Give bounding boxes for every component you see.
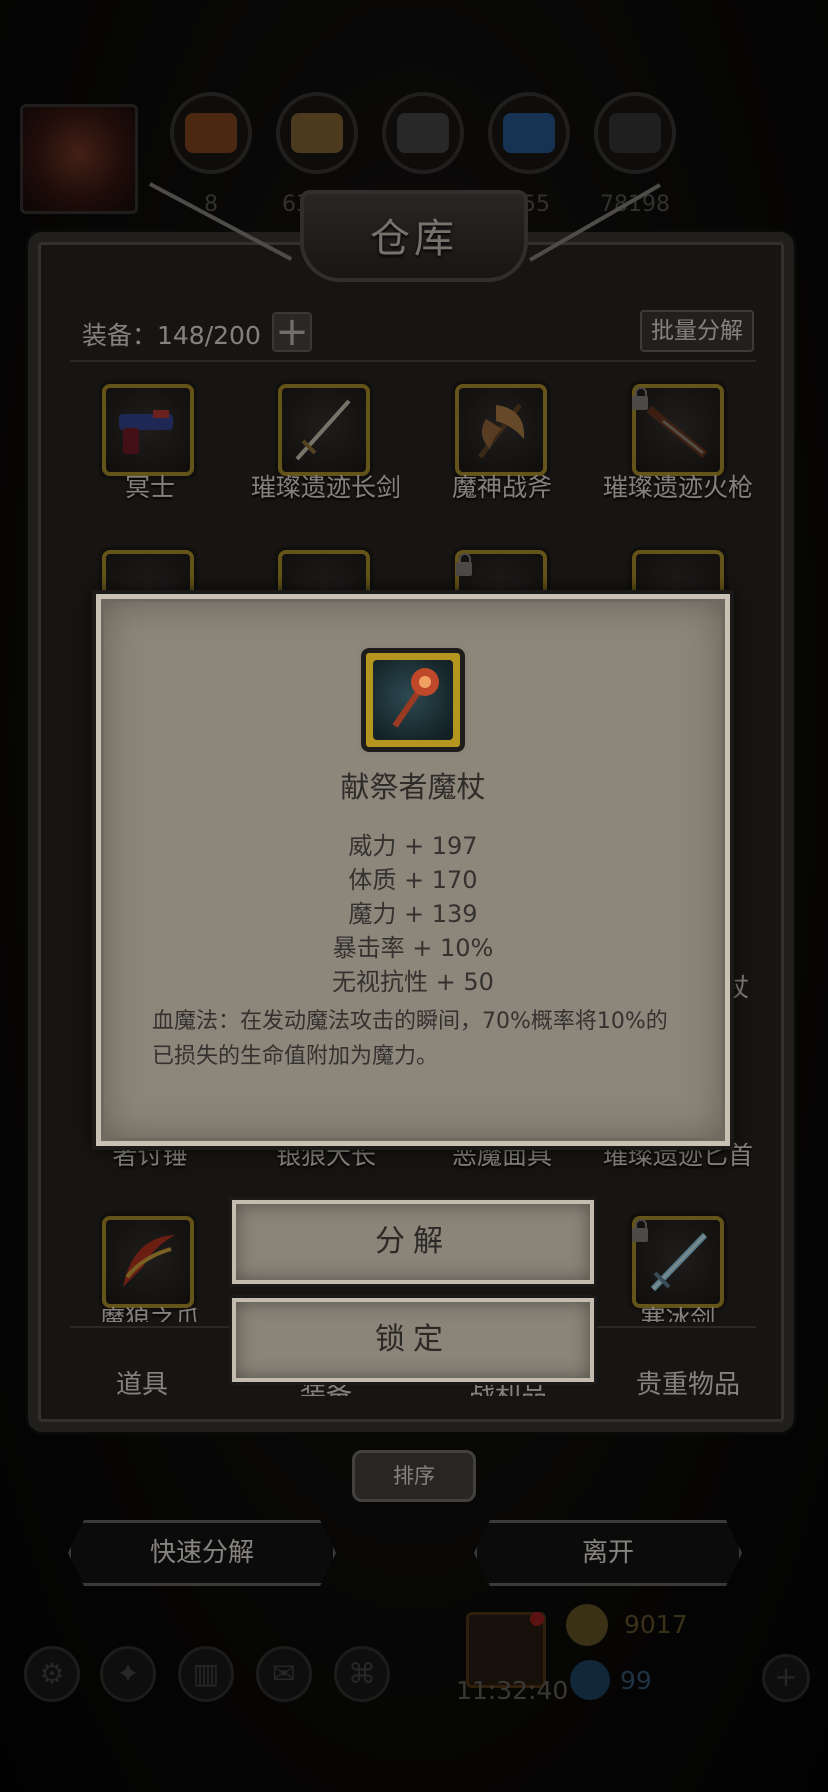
sacrificer-staff-icon — [373, 660, 453, 740]
stat-line: 威力 + 197 — [348, 832, 478, 860]
item-icon-frame — [358, 645, 468, 755]
item-description: 血魔法：在发动魔法攻击的瞬间，70%概率将10%的已损失的生命值附加为魔力。 — [152, 1009, 668, 1069]
lock-button[interactable]: 锁定 — [229, 1295, 597, 1385]
stat-line: 暴击率 + 10% — [332, 934, 494, 962]
decompose-button[interactable]: 分解 — [229, 1197, 597, 1287]
stat-line: 无视抗性 + 50 — [332, 968, 494, 996]
stat-line: 魔力 + 139 — [348, 900, 478, 928]
item-name: 献祭者魔杖 — [340, 770, 486, 804]
stat-line: 体质 + 170 — [348, 866, 478, 894]
